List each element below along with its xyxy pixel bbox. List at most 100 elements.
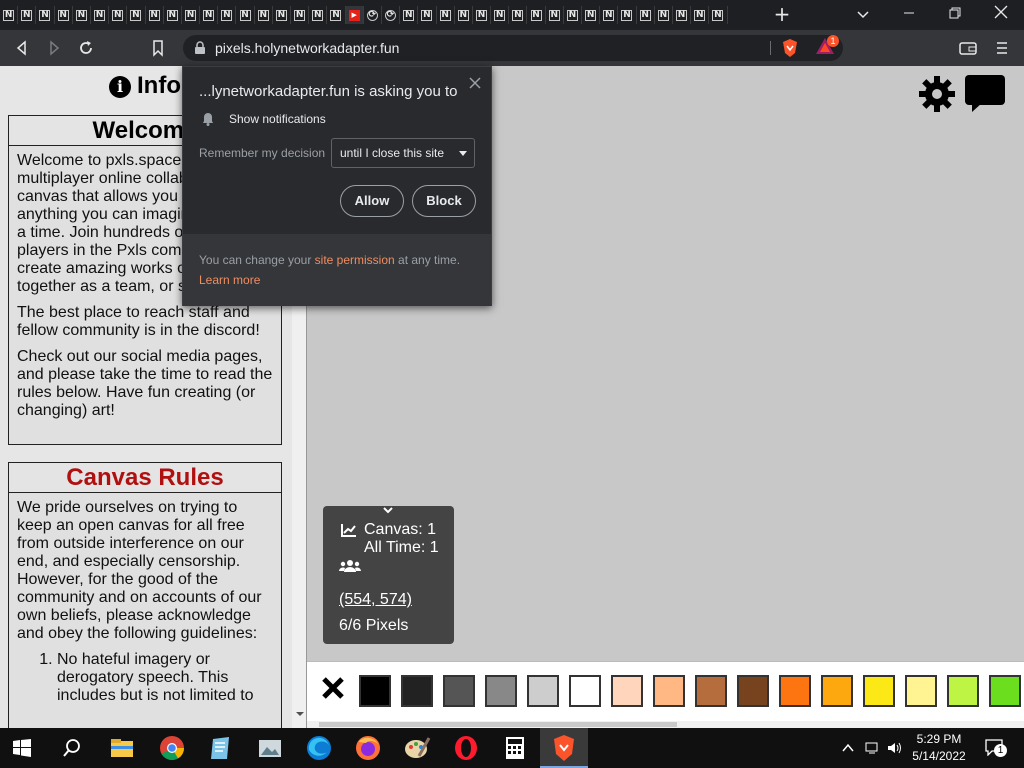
scroll-down-arrow-icon[interactable]	[295, 710, 305, 718]
palette-swatch[interactable]	[905, 675, 937, 707]
notifications-button[interactable]: 1	[984, 738, 1007, 758]
browser-tab[interactable]: N	[291, 6, 310, 24]
browser-tab[interactable]: N	[127, 6, 146, 24]
browser-tab[interactable]: ▶	[345, 6, 364, 24]
forward-button[interactable]	[44, 38, 64, 58]
back-button[interactable]	[12, 38, 32, 58]
brave-taskbar-button[interactable]	[540, 728, 588, 768]
palette-swatch[interactable]	[863, 675, 895, 707]
browser-tab[interactable]: N	[18, 6, 37, 24]
browser-tab[interactable]: N	[564, 6, 582, 24]
browser-tab[interactable]: N	[618, 6, 637, 24]
wallet-button[interactable]	[958, 38, 978, 58]
close-window-button[interactable]	[978, 0, 1024, 30]
browser-tab[interactable]: N	[55, 6, 73, 24]
site-permission-link[interactable]: site permission	[315, 253, 395, 267]
notepad-icon[interactable]	[207, 734, 235, 762]
restore-button[interactable]	[932, 0, 978, 30]
bookmark-button[interactable]	[148, 38, 168, 58]
browser-tab[interactable]: N	[400, 6, 419, 24]
browser-tab[interactable]: N	[236, 6, 255, 24]
palette-swatch[interactable]	[611, 675, 643, 707]
network-icon[interactable]	[864, 740, 880, 756]
browser-tab[interactable]: N	[418, 6, 437, 24]
browser-tab[interactable]: N	[109, 6, 128, 24]
deselect-color-icon[interactable]	[321, 676, 345, 700]
reload-button[interactable]	[76, 38, 96, 58]
palette-swatch[interactable]	[485, 675, 517, 707]
browser-tab[interactable]: N	[455, 6, 473, 24]
tab-search-button[interactable]	[853, 6, 873, 24]
browser-tab[interactable]: N	[691, 6, 710, 24]
browser-tab[interactable]: N	[527, 6, 546, 24]
chevron-down-icon[interactable]	[382, 505, 394, 515]
block-button[interactable]: Block	[412, 185, 476, 217]
browser-tab[interactable]: N	[437, 6, 455, 24]
chat-icon[interactable]	[964, 74, 1006, 114]
popup-close-button[interactable]	[469, 71, 481, 93]
edge-icon[interactable]	[305, 734, 333, 762]
volume-icon[interactable]	[886, 740, 902, 756]
browser-tab[interactable]: N	[200, 6, 219, 24]
palette-swatch[interactable]	[737, 675, 769, 707]
browser-tab[interactable]: N	[0, 6, 19, 24]
browser-tab[interactable]: N	[218, 6, 237, 24]
firefox-icon[interactable]	[354, 734, 382, 762]
browser-tab[interactable]: N	[327, 6, 346, 24]
browser-tab[interactable]: N	[491, 6, 510, 24]
opera-icon[interactable]	[452, 734, 480, 762]
palette-swatch[interactable]	[821, 675, 853, 707]
browser-tab[interactable]: N	[182, 6, 201, 24]
remember-dropdown[interactable]: until I close this site	[331, 138, 475, 168]
browser-tab[interactable]: N	[637, 6, 655, 24]
chevron-up-icon[interactable]	[840, 740, 856, 756]
learn-more-link[interactable]: Learn more	[199, 273, 260, 287]
browser-tab[interactable]: N	[36, 6, 55, 24]
taskbar-clock[interactable]: 5:29 PM 5/14/2022	[908, 731, 970, 765]
horizontal-scrollbar[interactable]	[307, 721, 1024, 728]
browser-tab[interactable]: ⟳	[382, 6, 401, 24]
palette-swatch[interactable]	[569, 675, 601, 707]
browser-tab[interactable]: N	[582, 6, 601, 24]
browser-tab[interactable]: N	[600, 6, 619, 24]
palette-swatch[interactable]	[527, 675, 559, 707]
palette-swatch[interactable]	[989, 675, 1021, 707]
browser-tab[interactable]: ⟳	[364, 6, 382, 24]
brave-rewards-button[interactable]: 1	[815, 35, 839, 59]
palette-swatch[interactable]	[653, 675, 685, 707]
url-text[interactable]: pixels.holynetworkadapter.fun	[215, 40, 399, 56]
palette-swatch[interactable]	[947, 675, 979, 707]
menu-button[interactable]	[992, 38, 1012, 58]
browser-tab[interactable]: N	[709, 6, 728, 24]
browser-tab[interactable]: N	[309, 6, 328, 24]
chrome-icon[interactable]	[158, 734, 186, 762]
browser-tab[interactable]: N	[473, 6, 492, 24]
allow-button[interactable]: Allow	[340, 185, 404, 217]
browser-tab[interactable]: N	[655, 6, 673, 24]
address-bar[interactable]: pixels.holynetworkadapter.fun	[183, 35, 843, 61]
browser-tab[interactable]: N	[509, 6, 528, 24]
windows-start-icon[interactable]	[12, 738, 32, 758]
minimize-button[interactable]	[886, 0, 932, 30]
calculator-icon[interactable]	[501, 734, 529, 762]
palette-swatch[interactable]	[359, 675, 391, 707]
brave-shields-icon[interactable]	[780, 38, 800, 58]
palette-swatch[interactable]	[401, 675, 433, 707]
file-explorer-icon[interactable]	[108, 734, 136, 762]
settings-gear-icon[interactable]	[917, 74, 957, 114]
browser-tab[interactable]: N	[273, 6, 291, 24]
palette-swatch[interactable]	[443, 675, 475, 707]
coordinates-link[interactable]: (554, 574)	[339, 591, 412, 609]
browser-tab[interactable]: N	[146, 6, 164, 24]
palette-swatch[interactable]	[695, 675, 727, 707]
paint-icon[interactable]	[403, 734, 431, 762]
lock-icon[interactable]	[193, 41, 207, 55]
browser-tab[interactable]: N	[673, 6, 692, 24]
browser-tab[interactable]: N	[164, 6, 182, 24]
horizontal-scroll-thumb[interactable]	[319, 722, 677, 727]
new-tab-button[interactable]: +	[772, 4, 792, 24]
browser-tab[interactable]: N	[73, 6, 91, 24]
photo-viewer-icon[interactable]	[256, 734, 284, 762]
browser-tab[interactable]: N	[546, 6, 564, 24]
browser-tab[interactable]: N	[255, 6, 273, 24]
